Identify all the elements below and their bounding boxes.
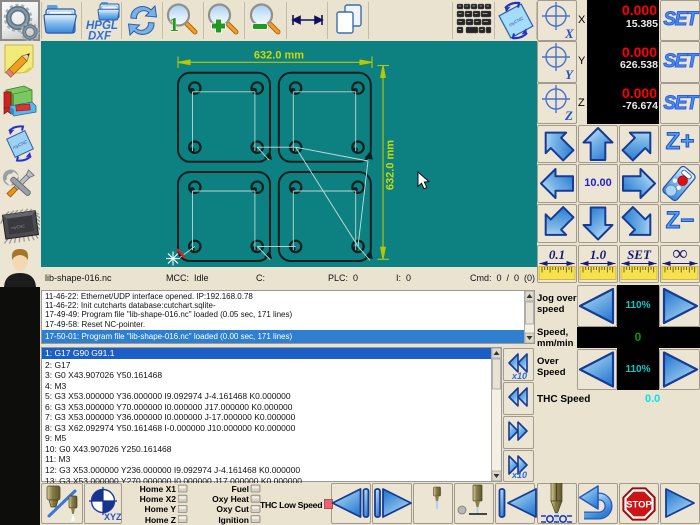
svg-text:632.0 mm: 632.0 mm [254,50,304,62]
svg-text:XYZ: XYZ [104,512,122,522]
svg-text:x10: x10 [511,470,527,480]
svg-text:x10: x10 [511,371,527,381]
svg-text:1: 1 [169,14,179,36]
svg-text:632.0 mm: 632.0 mm [385,140,397,190]
svg-text:X: X [564,26,574,41]
svg-text:STOP: STOP [626,500,652,511]
svg-text:Y: Y [565,67,574,82]
svg-text:Z: Z [564,108,573,123]
